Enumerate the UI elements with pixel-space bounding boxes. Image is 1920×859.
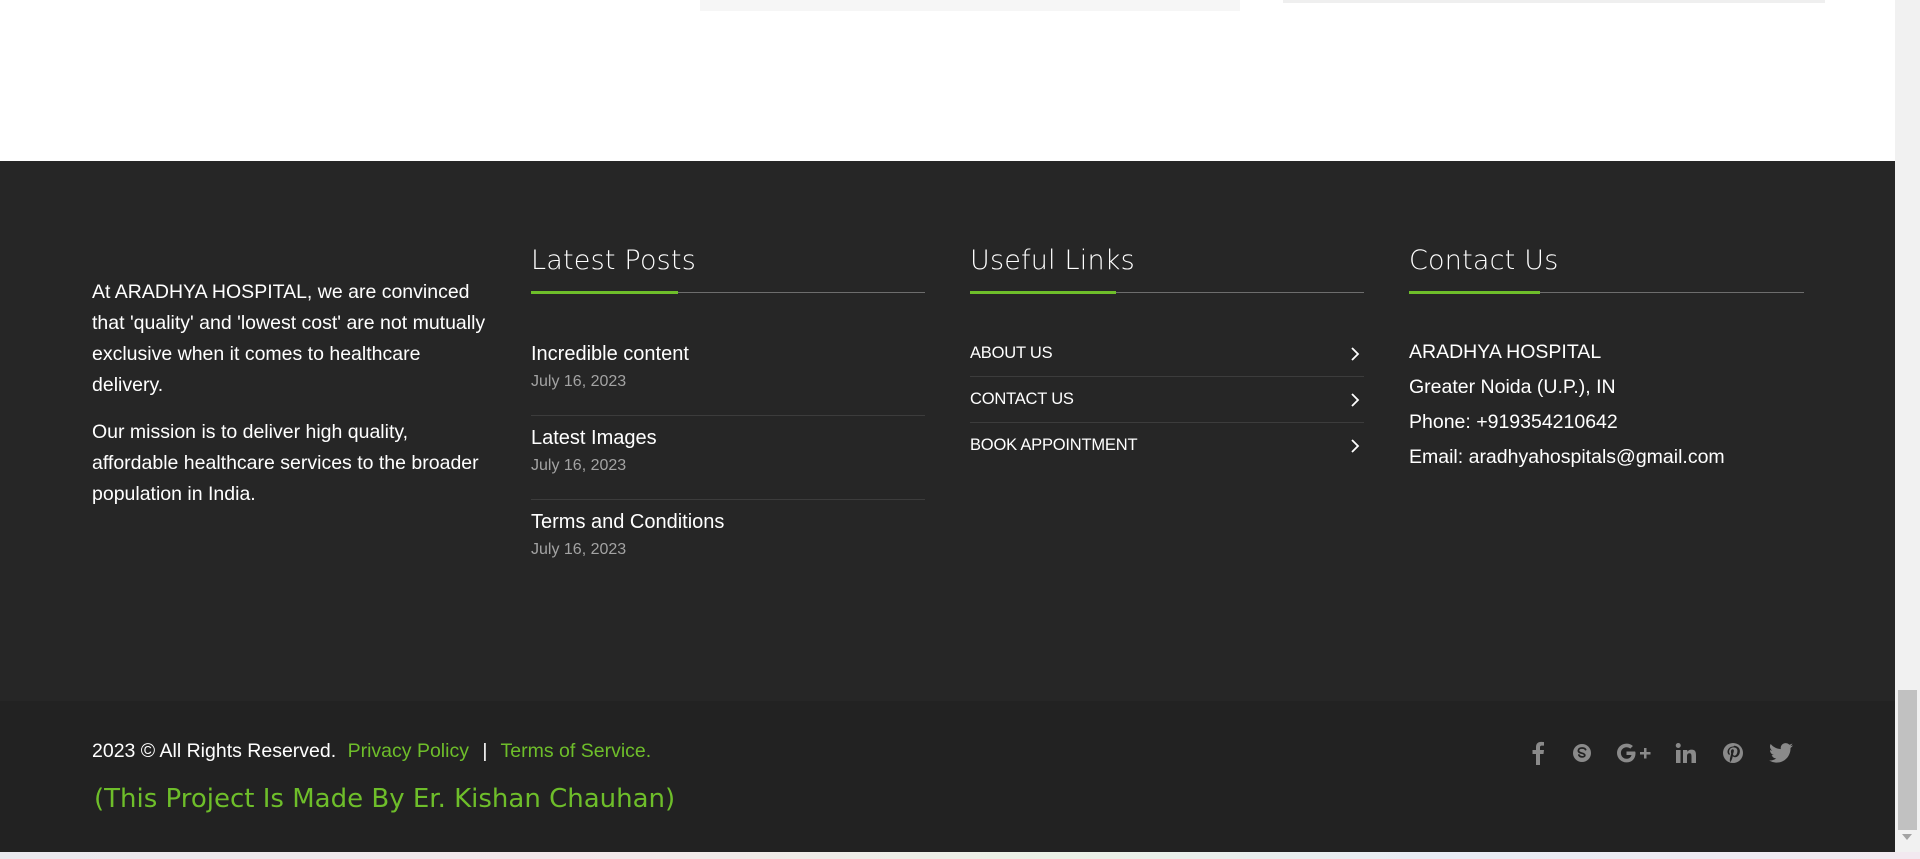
useful-link-about-us[interactable]: ABOUT US (970, 331, 1364, 377)
heading-accent (531, 291, 678, 294)
latest-posts-heading: Latest Posts (531, 245, 696, 276)
contact-phone[interactable]: Phone: +919354210642 (1409, 405, 1829, 440)
facebook-icon[interactable] (1528, 739, 1548, 767)
google-plus-icon[interactable] (1617, 739, 1651, 767)
footer-bottom-bar (0, 701, 1895, 852)
link-label: CONTACT US (970, 390, 1074, 408)
post-title-link[interactable]: Latest Images (531, 418, 925, 450)
contact-name: ARADHYA HOSPITAL (1409, 341, 1602, 363)
useful-links-heading: Useful Links (970, 245, 1135, 276)
scrollbar-thumb[interactable] (1898, 690, 1917, 830)
post-item: Latest Images July 16, 2023 (531, 418, 925, 500)
page: At ARADHYA HOSPITAL, we are convinced th… (0, 0, 1895, 852)
linkedin-icon[interactable] (1674, 739, 1698, 767)
content-card (1283, 0, 1825, 3)
skype-icon[interactable] (1569, 739, 1595, 767)
copyright-line: 2023 © All Rights Reserved. Privacy Poli… (92, 740, 651, 763)
link-separator: | (482, 740, 488, 762)
link-label: BOOK APPOINTMENT (970, 436, 1138, 454)
useful-links-list: ABOUT US CONTACT US BOOK APPOINTMENT (970, 331, 1364, 468)
chevron-right-icon (1351, 347, 1360, 361)
post-date: July 16, 2023 (531, 541, 627, 558)
twitter-icon[interactable] (1768, 739, 1794, 767)
post-date: July 16, 2023 (531, 457, 627, 474)
content-area (0, 0, 1895, 161)
privacy-policy-link[interactable]: Privacy Policy (348, 740, 469, 762)
post-title-link[interactable]: Terms and Conditions (531, 502, 925, 534)
contact-heading: Contact Us (1409, 245, 1559, 276)
post-item: Incredible content July 16, 2023 (531, 334, 925, 416)
contact-address: Greater Noida (U.P.), IN (1409, 376, 1616, 398)
about-paragraph: At ARADHYA HOSPITAL, we are convinced th… (92, 281, 486, 396)
post-date: July 16, 2023 (531, 373, 627, 390)
vertical-scrollbar[interactable] (1895, 0, 1920, 852)
useful-link-book-appointment[interactable]: BOOK APPOINTMENT (970, 423, 1364, 468)
site-footer: At ARADHYA HOSPITAL, we are convinced th… (0, 161, 1895, 701)
mission-paragraph: Our mission is to deliver high quality, … (92, 421, 479, 505)
post-title-link[interactable]: Incredible content (531, 334, 925, 366)
about-column: At ARADHYA HOSPITAL, we are convinced th… (92, 277, 492, 526)
window-bottom-edge (0, 852, 1920, 859)
post-item: Terms and Conditions July 16, 2023 (531, 502, 925, 583)
heading-accent (1409, 291, 1540, 294)
contact-email[interactable]: Email: aradhyahospitals@gmail.com (1409, 440, 1829, 475)
contact-details: ARADHYA HOSPITAL Greater Noida (U.P.), I… (1409, 335, 1829, 475)
link-label: ABOUT US (970, 344, 1053, 362)
chevron-right-icon (1351, 439, 1360, 453)
content-card (700, 0, 1240, 11)
pinterest-icon[interactable] (1720, 739, 1746, 767)
useful-link-contact-us[interactable]: CONTACT US (970, 377, 1364, 423)
heading-accent (970, 291, 1116, 294)
chevron-right-icon (1351, 393, 1360, 407)
scroll-down-arrow-icon[interactable] (1902, 834, 1912, 840)
latest-posts-list: Incredible content July 16, 2023 Latest … (531, 334, 925, 585)
made-by-credit: (This Project Is Made By Er. Kishan Chau… (94, 784, 676, 814)
copyright-text: 2023 © All Rights Reserved. (92, 740, 337, 762)
terms-of-service-link[interactable]: Terms of Service. (501, 740, 652, 762)
